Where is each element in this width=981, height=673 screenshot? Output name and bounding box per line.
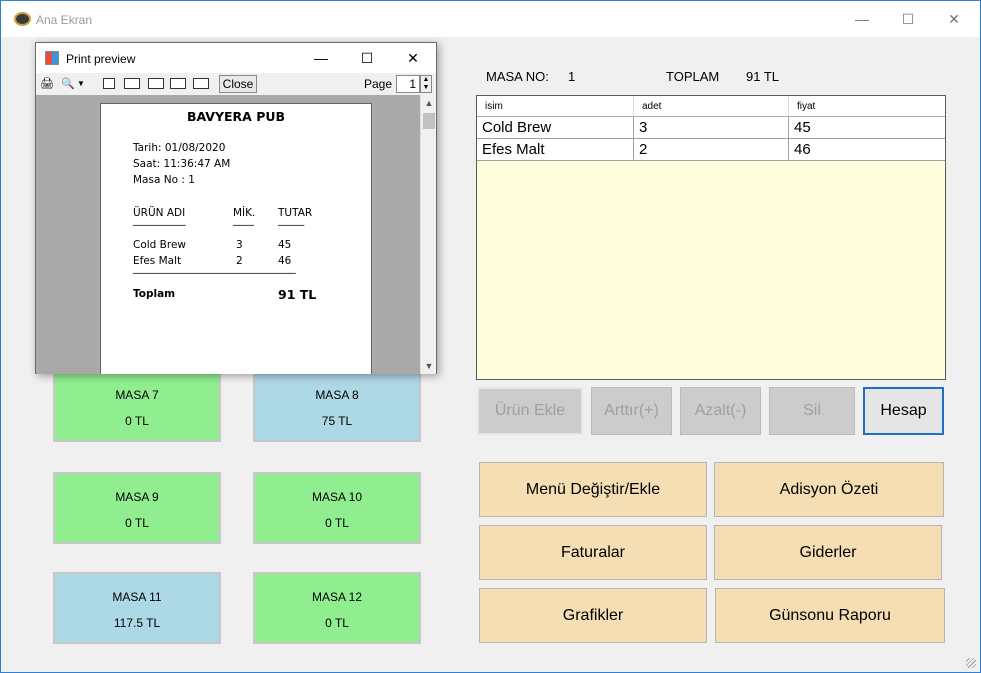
table-row[interactable]: Efes Malt 2 46 bbox=[477, 139, 945, 161]
table-row[interactable]: Cold Brew 3 45 bbox=[477, 117, 945, 139]
one-page-icon[interactable] bbox=[103, 78, 115, 89]
hesap-button[interactable]: Hesap bbox=[863, 387, 944, 435]
page-spinner-icon[interactable]: ▲ ▼ bbox=[420, 75, 432, 93]
table-name: MASA 9 bbox=[115, 490, 159, 504]
print-preview-minimize-button[interactable]: — bbox=[298, 43, 344, 73]
receipt-col-urun-rule: __________ bbox=[133, 214, 186, 226]
receipt-item-qty: 3 bbox=[236, 239, 243, 251]
window-title: Ana Ekran bbox=[36, 13, 93, 27]
preview-scrollbar[interactable]: ▲ ▼ bbox=[420, 95, 436, 374]
receipt-col-mik-rule: ____ bbox=[233, 214, 254, 226]
masa-no-label: MASA NO: bbox=[486, 69, 549, 84]
table-tile-masa-10[interactable]: MASA 10 0 TL bbox=[253, 472, 421, 544]
print-preview-toolbar: 🖨 🔍 ▼ Close Page 1 ▲ ▼ bbox=[36, 73, 436, 95]
table-name: MASA 7 bbox=[115, 388, 159, 402]
zoom-icon[interactable]: 🔍 bbox=[60, 76, 76, 90]
preview-area: BAVYERA PUB Tarih: 01/08/2020 Saat: 11:3… bbox=[36, 95, 420, 374]
adisyon-ozeti-button[interactable]: Adisyon Özeti bbox=[714, 462, 944, 517]
urun-ekle-button[interactable]: Ürün Ekle bbox=[477, 387, 583, 435]
table-total: 0 TL bbox=[325, 616, 349, 630]
toplam-value: 91 TL bbox=[746, 69, 780, 84]
minimize-button[interactable]: — bbox=[839, 1, 885, 37]
cell-fiyat[interactable]: 46 bbox=[789, 139, 945, 160]
receipt-separator: _______________________________ bbox=[133, 262, 296, 274]
column-header-isim[interactable]: isim bbox=[477, 96, 634, 116]
print-preview-dialog: Print preview — ☐ ✕ 🖨 🔍 ▼ Close Page 1 ▲… bbox=[35, 42, 437, 374]
table-tile-masa-11[interactable]: MASA 11 117.5 TL bbox=[53, 572, 221, 644]
cell-adet[interactable]: 2 bbox=[634, 139, 789, 160]
receipt-item-amount: 45 bbox=[278, 239, 292, 251]
receipt-item-name: Cold Brew bbox=[133, 239, 187, 251]
print-icon[interactable]: 🖨 bbox=[39, 76, 55, 90]
column-header-adet[interactable]: adet bbox=[634, 96, 789, 116]
scroll-up-icon[interactable]: ▲ bbox=[421, 95, 437, 111]
table-total: 0 TL bbox=[125, 414, 149, 428]
table-total: 0 TL bbox=[125, 516, 149, 530]
print-preview-title: Print preview bbox=[66, 52, 136, 66]
close-button[interactable]: ✕ bbox=[931, 1, 977, 37]
cell-isim[interactable]: Cold Brew bbox=[477, 117, 634, 138]
scroll-thumb[interactable] bbox=[423, 113, 435, 129]
menu-degistir-button[interactable]: Menü Değiştir/Ekle bbox=[479, 462, 707, 517]
giderler-button[interactable]: Giderler bbox=[714, 525, 942, 580]
table-total: 117.5 TL bbox=[113, 616, 161, 630]
receipt-time: Saat: 11:36:47 AM bbox=[133, 158, 231, 170]
receipt-page: BAVYERA PUB Tarih: 01/08/2020 Saat: 11:3… bbox=[100, 103, 372, 374]
order-grid[interactable]: isim adet fiyat Cold Brew 3 45 Efes Malt… bbox=[476, 95, 946, 380]
masa-no-value: 1 bbox=[568, 69, 576, 84]
resize-grip-icon[interactable] bbox=[966, 658, 976, 668]
receipt-date: Tarih: 01/08/2020 bbox=[133, 142, 226, 154]
four-pages-icon[interactable] bbox=[170, 78, 186, 89]
page-number-input[interactable]: 1 bbox=[396, 75, 420, 93]
two-pages-icon[interactable] bbox=[124, 78, 140, 89]
cell-fiyat[interactable]: 45 bbox=[789, 117, 945, 138]
receipt-toplam-value: 91 TL bbox=[278, 287, 317, 302]
receipt-table-no: Masa No : 1 bbox=[133, 174, 195, 186]
arttir-button[interactable]: Arttır(+) bbox=[591, 387, 672, 435]
scroll-down-icon[interactable]: ▼ bbox=[421, 358, 437, 374]
title-bar: Ana Ekran — ☐ ✕ bbox=[1, 1, 980, 37]
receipt-col-tutar-rule: _____ bbox=[278, 214, 305, 226]
toplam-label: TOPLAM bbox=[666, 69, 720, 84]
receipt-pub-name: BAVYERA PUB bbox=[186, 109, 286, 124]
page-label: Page bbox=[364, 77, 393, 91]
maximize-button[interactable]: ☐ bbox=[885, 1, 931, 37]
azalt-button[interactable]: Azalt(-) bbox=[680, 387, 761, 435]
cell-adet[interactable]: 3 bbox=[634, 117, 789, 138]
table-total: 0 TL bbox=[325, 516, 349, 530]
table-total: 75 TL bbox=[321, 414, 353, 428]
print-preview-title-bar: Print preview — ☐ ✕ bbox=[36, 43, 436, 73]
table-name: MASA 10 bbox=[311, 490, 363, 504]
six-pages-icon[interactable] bbox=[193, 78, 209, 89]
cell-isim[interactable]: Efes Malt bbox=[477, 139, 634, 160]
print-preview-close-x-button[interactable]: ✕ bbox=[390, 43, 436, 73]
print-preview-maximize-button[interactable]: ☐ bbox=[344, 43, 390, 73]
sil-button[interactable]: Sil bbox=[769, 387, 855, 435]
column-header-fiyat[interactable]: fiyat bbox=[789, 96, 945, 116]
table-tile-masa-8[interactable]: MASA 8 75 TL bbox=[253, 370, 421, 442]
faturalar-button[interactable]: Faturalar bbox=[479, 525, 707, 580]
gunsonu-raporu-button[interactable]: Günsonu Raporu bbox=[715, 588, 945, 643]
grafikler-button[interactable]: Grafikler bbox=[479, 588, 707, 643]
receipt-toplam-label: Toplam bbox=[133, 288, 176, 300]
print-preview-app-icon bbox=[45, 51, 59, 65]
table-tile-masa-9[interactable]: MASA 9 0 TL bbox=[53, 472, 221, 544]
grid-header: isim adet fiyat bbox=[477, 96, 945, 117]
app-logo-icon bbox=[14, 12, 31, 26]
zoom-dropdown-chevron-icon[interactable]: ▼ bbox=[76, 76, 86, 90]
table-name: MASA 12 bbox=[311, 590, 363, 604]
table-name: MASA 8 bbox=[315, 388, 359, 402]
table-tile-masa-12[interactable]: MASA 12 0 TL bbox=[253, 572, 421, 644]
table-name: MASA 11 bbox=[112, 590, 162, 604]
three-pages-icon[interactable] bbox=[148, 78, 164, 89]
print-preview-close-button[interactable]: Close bbox=[219, 75, 257, 93]
table-tile-masa-7[interactable]: MASA 7 0 TL bbox=[53, 370, 221, 442]
